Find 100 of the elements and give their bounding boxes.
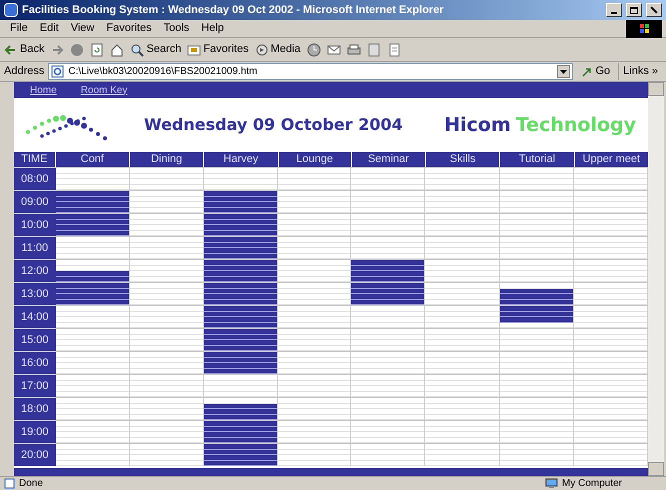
booked-slot[interactable] <box>204 260 278 266</box>
booked-slot[interactable] <box>204 266 278 271</box>
free-slot[interactable] <box>574 242 648 248</box>
booked-slot[interactable] <box>204 220 278 225</box>
free-slot[interactable] <box>500 220 573 225</box>
dropdown-icon[interactable] <box>557 65 570 78</box>
free-slot[interactable] <box>425 334 499 340</box>
free-slot[interactable] <box>351 368 424 374</box>
free-slot[interactable] <box>56 334 129 340</box>
booked-slot[interactable] <box>204 340 278 346</box>
free-slot[interactable] <box>500 242 573 248</box>
home-icon[interactable] <box>110 42 124 56</box>
free-slot[interactable] <box>351 230 424 236</box>
links-button[interactable]: Links » <box>618 63 662 80</box>
free-slot[interactable] <box>500 368 573 374</box>
free-slot[interactable] <box>425 414 499 420</box>
free-slot[interactable] <box>56 358 129 363</box>
free-slot[interactable] <box>574 254 648 259</box>
booked-slot[interactable] <box>204 404 278 409</box>
free-slot[interactable] <box>574 220 648 225</box>
booked-slot[interactable] <box>204 358 278 363</box>
booked-slot[interactable] <box>500 306 573 312</box>
free-slot[interactable] <box>574 208 648 213</box>
free-slot[interactable] <box>204 392 278 397</box>
free-slot[interactable] <box>56 414 129 420</box>
free-slot[interactable] <box>56 174 129 179</box>
free-slot[interactable] <box>351 426 424 432</box>
booked-slot[interactable] <box>204 196 278 202</box>
free-slot[interactable] <box>574 368 648 374</box>
free-slot[interactable] <box>351 242 424 248</box>
free-slot[interactable] <box>425 230 499 236</box>
booked-slot[interactable] <box>351 276 424 282</box>
mail-icon[interactable] <box>326 42 341 56</box>
address-field[interactable]: C:\Live\bk03\20020916\FBS20021009.htm <box>48 63 574 80</box>
free-slot[interactable] <box>204 380 278 386</box>
free-slot[interactable] <box>56 312 129 317</box>
booked-slot[interactable] <box>56 276 129 282</box>
free-slot[interactable] <box>500 404 573 409</box>
free-slot[interactable] <box>500 230 573 236</box>
free-slot[interactable] <box>351 414 424 420</box>
booked-slot[interactable] <box>204 237 278 242</box>
free-slot[interactable] <box>500 254 573 259</box>
free-slot[interactable] <box>56 460 129 466</box>
free-slot[interactable] <box>574 404 648 409</box>
booked-slot[interactable] <box>204 202 278 208</box>
free-slot[interactable] <box>425 426 499 432</box>
booked-slot[interactable] <box>56 300 129 305</box>
maximize-button[interactable] <box>626 3 642 17</box>
free-slot[interactable] <box>574 392 648 397</box>
booked-slot[interactable] <box>204 352 278 358</box>
booked-slot[interactable] <box>500 312 573 317</box>
booked-slot[interactable] <box>204 191 278 196</box>
free-slot[interactable] <box>425 174 499 179</box>
printer-icon[interactable] <box>346 42 361 56</box>
free-slot[interactable] <box>574 426 648 432</box>
booked-slot[interactable] <box>204 438 278 443</box>
free-slot[interactable] <box>351 450 424 455</box>
toolbar-button[interactable]: Back <box>4 41 44 58</box>
free-slot[interactable] <box>425 346 499 351</box>
minimize-button[interactable] <box>606 3 622 17</box>
booked-slot[interactable] <box>56 230 129 236</box>
free-slot[interactable] <box>574 184 648 190</box>
free-slot[interactable] <box>351 358 424 363</box>
booked-slot[interactable] <box>56 202 129 208</box>
close-button[interactable] <box>646 3 662 17</box>
free-slot[interactable] <box>425 392 499 397</box>
free-slot[interactable] <box>425 220 499 225</box>
free-slot[interactable] <box>574 276 648 282</box>
free-slot[interactable] <box>351 460 424 466</box>
free-slot[interactable] <box>204 174 278 179</box>
menu-item[interactable]: Tools <box>158 20 196 37</box>
booked-slot[interactable] <box>56 271 129 276</box>
free-slot[interactable] <box>56 380 129 386</box>
free-slot[interactable] <box>351 174 424 179</box>
booked-slot[interactable] <box>204 254 278 259</box>
free-slot[interactable] <box>500 322 573 328</box>
free-slot[interactable] <box>574 358 648 363</box>
booked-slot[interactable] <box>204 426 278 432</box>
free-slot[interactable] <box>574 230 648 236</box>
booked-slot[interactable] <box>204 214 278 220</box>
booked-slot[interactable] <box>500 294 573 300</box>
booked-slot[interactable] <box>204 225 278 230</box>
booked-slot[interactable] <box>204 432 278 438</box>
free-slot[interactable] <box>56 426 129 432</box>
free-slot[interactable] <box>425 184 499 190</box>
free-slot[interactable] <box>351 380 424 386</box>
nav-link[interactable]: Home <box>30 82 57 98</box>
booked-slot[interactable] <box>204 421 278 426</box>
free-slot[interactable] <box>56 254 129 259</box>
free-slot[interactable] <box>500 266 573 271</box>
menu-item[interactable]: Favorites <box>100 20 158 37</box>
booked-slot[interactable] <box>204 346 278 351</box>
booked-slot[interactable] <box>500 317 573 322</box>
free-slot[interactable] <box>500 346 573 351</box>
free-slot[interactable] <box>351 438 424 443</box>
menu-item[interactable]: File <box>4 20 34 37</box>
free-slot[interactable] <box>351 312 424 317</box>
booked-slot[interactable] <box>351 283 424 288</box>
free-slot[interactable] <box>425 438 499 443</box>
free-slot[interactable] <box>130 380 203 386</box>
